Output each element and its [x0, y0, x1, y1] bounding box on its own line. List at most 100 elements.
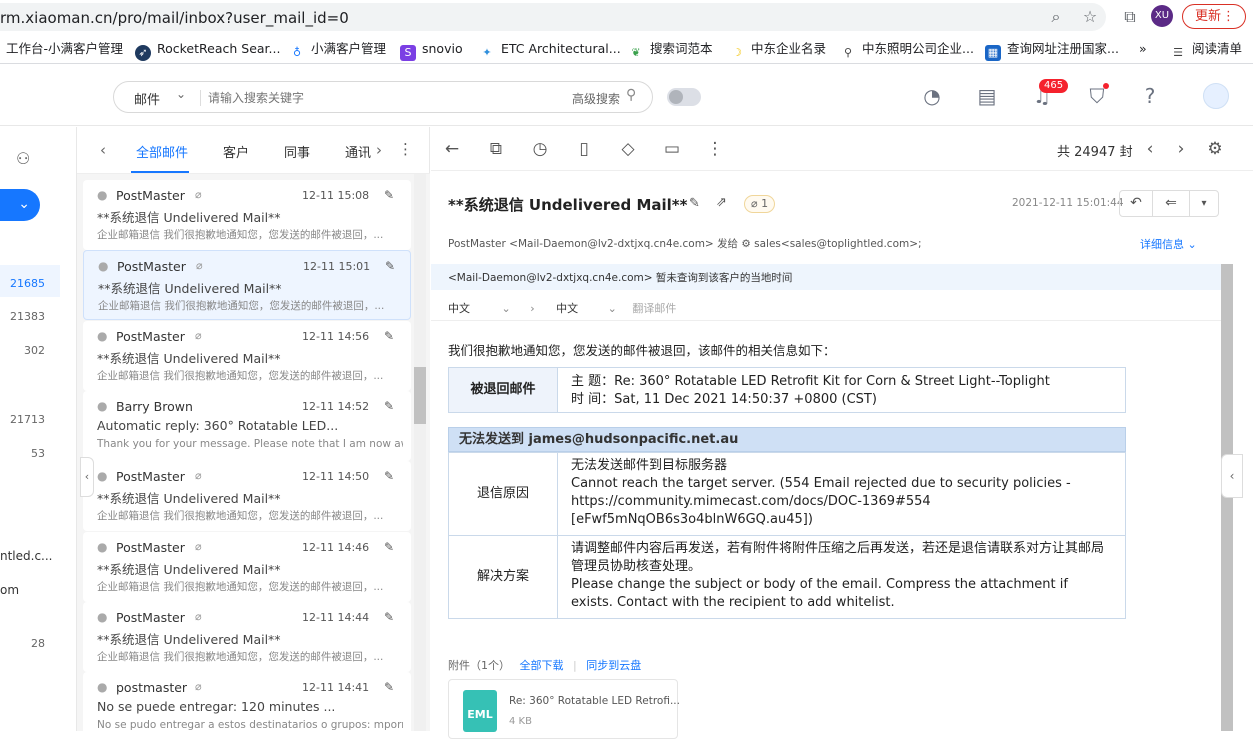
bookmark-item[interactable]: Ssnovio — [400, 40, 463, 61]
bookmark-item[interactable]: ➶ RocketReach Sear... — [135, 40, 280, 61]
mail-time: 12-11 14:50 — [302, 470, 370, 483]
pin-icon[interactable]: ✎ — [385, 259, 395, 273]
chevron-left-icon[interactable]: ‹ — [100, 141, 106, 159]
paperclip-icon: ⌀ — [751, 197, 762, 210]
list-item[interactable]: ● Barry Brown 12-11 14:52 ✎ Automatic re… — [83, 391, 411, 461]
download-all-link[interactable]: 全部下载 — [520, 659, 564, 672]
folder-label[interactable]: om — [0, 583, 19, 597]
list-scrollbar[interactable] — [414, 174, 426, 731]
search-type-select[interactable]: 邮件 — [134, 89, 160, 108]
reply-all-icon[interactable]: ⇐ — [1153, 191, 1190, 216]
chevron-left-icon[interactable]: ‹ — [1140, 139, 1160, 159]
sync-cloud-link[interactable]: 同步到云盘 — [586, 659, 641, 672]
list-item-selected[interactable]: ● PostMaster ⌀ 12-11 15:01 ✎ **系统退信 Unde… — [83, 250, 411, 320]
translate-to-select[interactable]: 中文 — [556, 302, 578, 315]
bookmark-item[interactable]: ☽ 中东企业名录 — [729, 40, 826, 59]
folder-count: 28 — [31, 637, 45, 650]
update-button[interactable]: 更新 ⋮ — [1182, 4, 1246, 29]
toggle-switch[interactable] — [667, 88, 701, 106]
list-item[interactable]: ● PostMaster ⌀ 12-11 14:50 ✎ **系统退信 Unde… — [83, 461, 411, 531]
star-icon[interactable]: ☆ — [1080, 7, 1100, 27]
tab-contacts[interactable]: 通讯 — [345, 142, 371, 161]
chevron-down-icon[interactable]: ⌄ — [608, 302, 617, 315]
mail-sender: PostMaster — [116, 188, 185, 203]
list-item[interactable]: ● PostMaster ⌀ 12-11 14:46 ✎ **系统退信 Unde… — [83, 532, 411, 602]
assistant-icon[interactable]: ◔ — [920, 84, 944, 108]
bookmark-item[interactable]: ⚲ 中东照明公司企业... — [840, 40, 974, 59]
list-item[interactable]: ● PostMaster ⌀ 12-11 14:44 ✎ **系统退信 Unde… — [83, 602, 411, 672]
bookmark-item[interactable]: 工作台-小满客户管理 — [6, 40, 123, 58]
help-icon[interactable]: ? — [1138, 84, 1162, 108]
chevron-down-icon[interactable]: ⌄ — [502, 302, 511, 315]
details-link[interactable]: 详细信息 ⌄ — [1140, 236, 1197, 252]
attachment-card[interactable]: EML Re: 360° Rotatable LED Retrofi... 4 … — [448, 679, 680, 739]
search-input[interactable] — [208, 88, 548, 108]
search-icon[interactable]: ⚲ — [626, 87, 636, 103]
back-arrow-icon[interactable]: ← — [442, 139, 462, 159]
bounced-mail-info: 主 题：Re: 360° Rotatable LED Retrofit Kit … — [557, 367, 1126, 413]
tab-all-mail[interactable]: 全部邮件 — [136, 142, 188, 161]
folder-icon[interactable]: ▭ — [662, 139, 682, 159]
read-toolbar: ← ⧉ ◷ ▯ ◇ ▭ ⋮ 共 24947 封 ‹ › ⚙ — [431, 127, 1253, 171]
chevron-right-icon[interactable]: › — [376, 141, 382, 159]
mail-preview: 企业邮箱退信 我们很抱歉地通知您，您发送的邮件被退回，... — [97, 229, 384, 241]
folder-label[interactable]: ntled.c... — [0, 549, 53, 563]
person-icon: ● — [97, 399, 108, 413]
pin-icon[interactable]: ✎ — [384, 188, 394, 202]
bookmark-item[interactable]: ♁ 小满客户管理 — [289, 40, 386, 59]
pin-icon[interactable]: ✎ — [384, 469, 394, 483]
reading-list[interactable]: ☰ 阅读清单 — [1170, 40, 1242, 59]
pin-icon[interactable]: ✎ — [384, 680, 394, 694]
mail-time: 12-11 15:08 — [302, 189, 370, 202]
calendar-icon[interactable]: ▤ — [975, 84, 999, 108]
tab-customers[interactable]: 客户 — [223, 142, 249, 161]
pin-icon[interactable]: ✎ — [384, 399, 394, 413]
list-item[interactable]: ● PostMaster ⌀ 12-11 15:08 ✎ **系统退信 Unde… — [83, 180, 411, 250]
translate-button[interactable]: 翻译邮件 — [632, 302, 676, 315]
pin-icon[interactable]: ✎ — [384, 540, 394, 554]
list-item[interactable]: ● postmaster ⌀ 12-11 14:41 ✎ No se puede… — [83, 672, 411, 742]
collapse-sidebar-button[interactable]: ‹ — [80, 457, 94, 497]
external-link-icon[interactable]: ⇗ — [716, 195, 727, 210]
org-chart-icon[interactable]: ⚇ — [16, 149, 30, 168]
profile-avatar[interactable]: XU — [1151, 5, 1173, 27]
reply-icon[interactable]: ↶ — [1120, 191, 1153, 216]
person-icon: ● — [98, 259, 109, 273]
chevron-down-icon[interactable]: ⌄ — [176, 87, 186, 101]
open-window-icon[interactable]: ⧉ — [486, 139, 506, 159]
gear-icon[interactable]: ⚙ — [1205, 139, 1225, 159]
compose-dropdown-button[interactable]: ⌄ — [0, 189, 40, 221]
expand-panel-button[interactable]: ‹ — [1221, 454, 1243, 498]
pin-icon[interactable]: ✎ — [384, 329, 394, 343]
bookmarks-overflow[interactable]: » — [1139, 40, 1147, 58]
bookmark-item[interactable]: ▦ 查询网址注册国家... — [985, 40, 1119, 61]
extensions-icon[interactable]: ⧉ — [1120, 7, 1140, 27]
pin-icon[interactable]: ✎ — [689, 196, 700, 211]
mail-time: 12-11 14:44 — [302, 611, 370, 624]
bookmark-item[interactable]: ❦ 搜索词范本 — [628, 40, 712, 59]
delivery-failure-header: 无法发送到 james@hudsonpacific.net.au — [448, 427, 1126, 452]
caret-down-icon[interactable]: ▾ — [1190, 191, 1218, 216]
bookmark-item[interactable]: ✦ ETC Architectural... — [479, 40, 620, 59]
tag-icon[interactable]: ◇ — [618, 139, 638, 159]
advanced-search-link[interactable]: 高级搜索 — [572, 90, 620, 107]
mail-preview: 企业邮箱退信 我们很抱歉地通知您，您发送的邮件被退回，... — [97, 651, 384, 663]
notification-badge: 465 — [1039, 79, 1069, 93]
list-item[interactable]: ● PostMaster ⌀ 12-11 14:56 ✎ **系统退信 Unde… — [83, 321, 411, 391]
avatar[interactable] — [1203, 83, 1229, 109]
translate-from-select[interactable]: 中文 — [448, 302, 470, 315]
attachment-count-badge[interactable]: ⌀ 1 — [744, 195, 776, 213]
clock-icon[interactable]: ◷ — [530, 139, 550, 159]
trash-icon[interactable]: ▯ — [574, 139, 594, 159]
list-scrollbar-thumb[interactable] — [414, 367, 426, 424]
zoom-icon[interactable]: ⌕ — [1046, 7, 1066, 27]
mail-time: 12-11 15:01 — [303, 260, 371, 273]
pin-icon: ♁ — [292, 46, 302, 59]
mail-sender: PostMaster — [116, 469, 185, 484]
pin-icon[interactable]: ✎ — [384, 610, 394, 624]
url-field[interactable]: rm.xiaoman.cn/pro/mail/inbox?user_mail_i… — [0, 3, 1106, 31]
more-vert-icon[interactable]: ⋮ — [705, 139, 725, 159]
chevron-right-icon[interactable]: › — [1171, 139, 1191, 159]
more-vert-icon[interactable]: ⋮ — [398, 140, 413, 158]
tab-colleagues[interactable]: 同事 — [284, 142, 310, 161]
